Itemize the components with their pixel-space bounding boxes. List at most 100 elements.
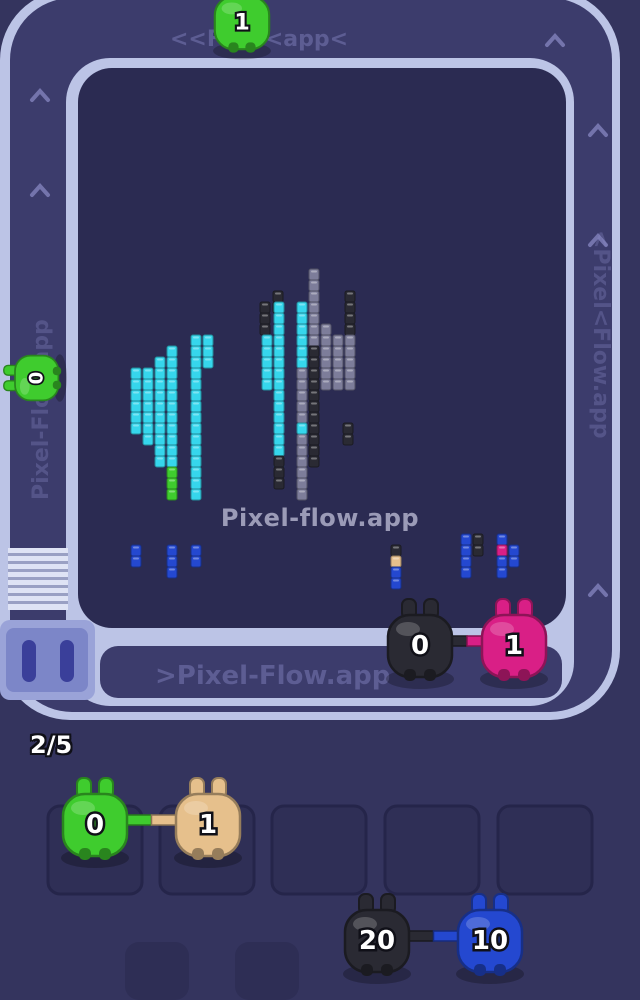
unit-count: 20 [359, 926, 395, 956]
hidden-unit [235, 942, 299, 1000]
pixel-highlight [499, 546, 505, 549]
pixel-highlight [133, 391, 139, 394]
pixel-highlight [311, 446, 317, 449]
pixel-highlight [311, 457, 317, 460]
pixel-highlight [276, 314, 282, 317]
pixel-highlight [133, 369, 139, 372]
pixel-highlight [299, 380, 305, 383]
unit-foot [99, 848, 111, 860]
pixel-highlight [169, 457, 175, 460]
pixel-highlight [133, 413, 139, 416]
pixel-highlight [345, 424, 351, 427]
game-screen: <<Flow<app<>Pixel-Flow.appPixel-Flow.app… [0, 0, 640, 1000]
belt-text-right: <Pixel<Flow.app [588, 230, 613, 438]
pixel-highlight [193, 557, 199, 560]
slot-5[interactable] [496, 804, 594, 896]
pixel-highlight [145, 391, 151, 394]
queue-unit-black-bottom[interactable]: 20 [343, 893, 411, 984]
pixel-highlight [276, 347, 282, 350]
pixel-highlight [262, 325, 268, 328]
pixel-highlight [475, 535, 481, 538]
pixel-highlight [393, 546, 399, 549]
pixel-highlight [299, 325, 305, 328]
pixel-highlight [169, 546, 175, 549]
pixel-highlight [169, 413, 175, 416]
pixel-highlight [133, 546, 139, 549]
pixel-highlight [311, 358, 317, 361]
pixel-highlight [463, 557, 469, 560]
pixel-highlight [335, 380, 341, 383]
belt-ramp [8, 548, 68, 610]
slot-4[interactable] [383, 804, 481, 896]
watermark: Pixel-flow.app [220, 504, 420, 532]
pixel-highlight [276, 402, 282, 405]
pixel-highlight [193, 546, 199, 549]
pixel-highlight [311, 314, 317, 317]
ramp-step [8, 585, 68, 588]
pixel-highlight [193, 435, 199, 438]
pixel-highlight [299, 358, 305, 361]
ramp-step [8, 569, 68, 572]
pixel-highlight [347, 336, 353, 339]
pixel-highlight [157, 424, 163, 427]
conveyor-unit-top[interactable]: 1 [213, 0, 271, 60]
pixel-highlight [193, 479, 199, 482]
pixel-highlight [276, 468, 282, 471]
hidden-unit [125, 942, 189, 1000]
pixel-highlight [299, 457, 305, 460]
pixel-highlight [264, 336, 270, 339]
pixel-highlight [299, 391, 305, 394]
unit-count: 0 [86, 810, 104, 840]
pixel-highlight [311, 336, 317, 339]
pixel-highlight [169, 424, 175, 427]
queue-unit-blue-bottom[interactable]: 10 [456, 893, 524, 984]
pixel-highlight [335, 347, 341, 350]
pixel-highlight [264, 380, 270, 383]
unit-foot [192, 848, 204, 860]
pixel-highlight [276, 336, 282, 339]
pixel-highlight [169, 468, 175, 471]
pixel-highlight [145, 424, 151, 427]
unit-foot [52, 380, 62, 390]
pixel-highlight [299, 336, 305, 339]
pixel-highlight [347, 292, 353, 295]
pixel-highlight [276, 380, 282, 383]
pixel-highlight [145, 369, 151, 372]
pixel-highlight [299, 314, 305, 317]
pixel-highlight [299, 435, 305, 438]
pixel-highlight [311, 380, 317, 383]
pixel-highlight [463, 568, 469, 571]
pixel-highlight [193, 347, 199, 350]
pixel-highlight [193, 413, 199, 416]
pixel-highlight [276, 446, 282, 449]
pixel-highlight [193, 490, 199, 493]
pixel-highlight [311, 292, 317, 295]
unit-count: 1 [234, 10, 249, 36]
pixel-highlight [311, 424, 317, 427]
unit-foot [79, 848, 91, 860]
pixel-highlight [311, 347, 317, 350]
belt-text-left: Pixel-Flow.app [29, 319, 54, 500]
pixel-highlight [311, 281, 317, 284]
pixel-highlight [157, 435, 163, 438]
pixel-highlight [323, 336, 329, 339]
pixel-highlight [264, 358, 270, 361]
pixel-highlight [511, 546, 517, 549]
pixel-highlight [323, 358, 329, 361]
pixel-highlight [145, 413, 151, 416]
pixel-highlight [169, 380, 175, 383]
pixel-highlight [145, 380, 151, 383]
slot-unit-green[interactable]: 0 [61, 777, 129, 868]
pixel-highlight [157, 457, 163, 460]
unit-count: 0 [26, 372, 47, 385]
pixel-highlight [347, 314, 353, 317]
pixel-highlight [311, 303, 317, 306]
pixel-highlight [311, 270, 317, 273]
pixel-highlight [157, 402, 163, 405]
pixel-highlight [393, 557, 399, 560]
pixel-highlight [499, 568, 505, 571]
unit-foot [245, 42, 256, 53]
slot-unit-tan[interactable]: 1 [174, 777, 242, 868]
pixel-highlight [169, 358, 175, 361]
slot-3[interactable] [270, 804, 368, 896]
